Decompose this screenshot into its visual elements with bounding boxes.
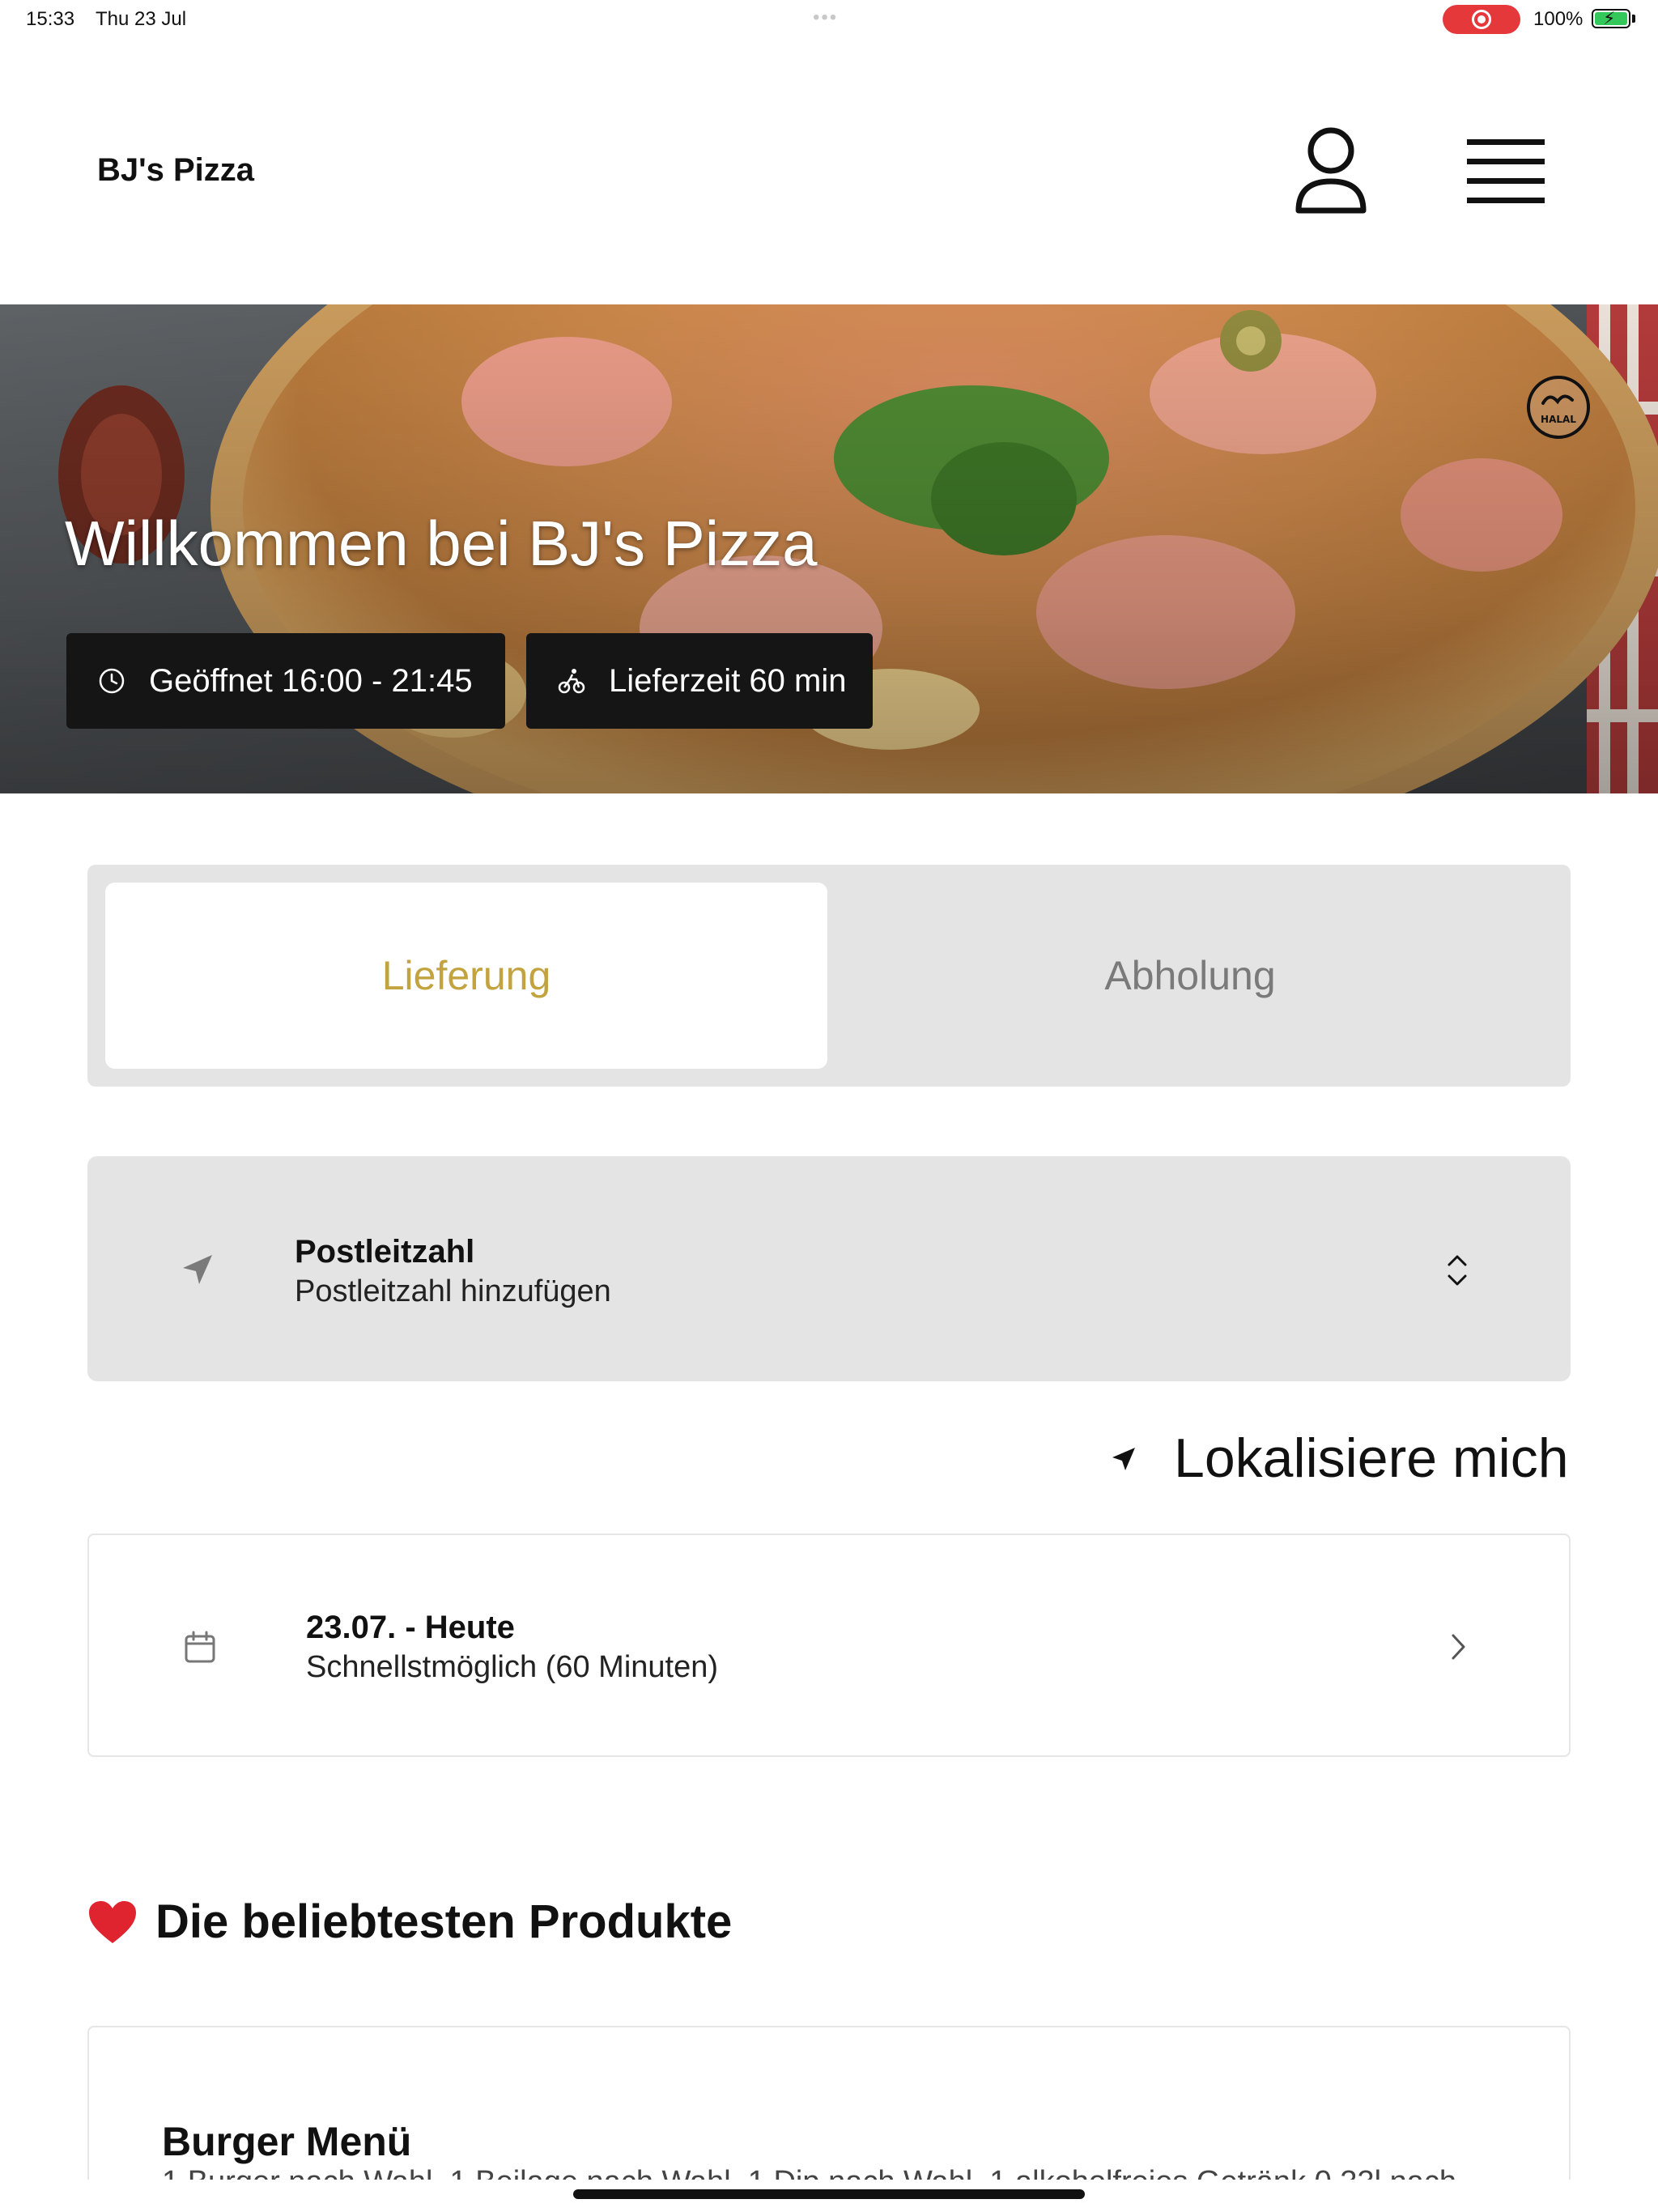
popular-products-title: Die beliebtesten Produkte: [155, 1895, 733, 1948]
brand-name[interactable]: BJ's Pizza: [97, 152, 254, 189]
tab-delivery[interactable]: Lieferung: [105, 883, 827, 1069]
postcode-selector[interactable]: Postleitzahl Postleitzahl hinzufügen: [87, 1156, 1571, 1381]
opening-hours-badge: Geöffnet 16:00 - 21:45: [66, 633, 505, 729]
delivery-time-selector[interactable]: 23.07. - Heute Schnellstmöglich (60 Minu…: [87, 1534, 1571, 1757]
locate-me-label: Lokalisiere mich: [1174, 1427, 1569, 1489]
calendar-icon: [185, 1631, 215, 1663]
multitasking-dots-icon[interactable]: •••: [813, 6, 838, 29]
halal-badge-text: HALAL: [1541, 414, 1576, 425]
bicycle-courier-icon: [558, 669, 585, 694]
screen-recording-icon[interactable]: [1443, 5, 1520, 34]
delivery-time-badge: Lieferzeit 60 min: [526, 633, 873, 729]
popular-products-heading: Die beliebtesten Produkte: [87, 1895, 732, 1949]
location-arrow-icon: [183, 1255, 212, 1284]
postcode-placeholder: Postleitzahl hinzufügen: [295, 1274, 611, 1308]
product-name: Burger Menü: [162, 2119, 412, 2164]
delivery-slot-detail: Schnellstmöglich (60 Minuten): [306, 1650, 719, 1684]
chevron-right-icon: [1452, 1634, 1465, 1660]
chevron-up-down-icon: [1448, 1255, 1467, 1286]
heart-icon: [89, 1900, 136, 1943]
home-indicator[interactable]: [573, 2189, 1085, 2199]
opening-hours-text: Geöffnet 16:00 - 21:45: [149, 662, 473, 699]
status-date: Thu 23 Jul: [96, 8, 187, 30]
status-bar: 15:33 Thu 23 Jul ••• 100% ⚡: [0, 0, 1658, 40]
user-icon[interactable]: [1294, 126, 1368, 215]
location-arrow-icon: [1112, 1448, 1135, 1470]
delivery-date: 23.07. - Heute: [306, 1610, 515, 1645]
hero-title: Willkommen bei BJ's Pizza: [65, 508, 818, 579]
order-mode-toggle: Lieferung Abholung: [87, 865, 1571, 1087]
halal-badge-icon: HALAL: [1527, 376, 1590, 439]
battery-icon: ⚡: [1592, 8, 1630, 28]
clock-icon: [99, 668, 125, 694]
battery-cap: [1632, 15, 1635, 23]
hamburger-menu-icon[interactable]: [1465, 136, 1546, 207]
postcode-label: Postleitzahl: [295, 1234, 475, 1270]
tab-pickup[interactable]: Abholung: [827, 883, 1553, 1069]
battery-percentage: 100%: [1533, 8, 1584, 30]
hero-banner: Willkommen bei BJ's Pizza Geöffnet 16:00…: [0, 304, 1658, 793]
delivery-time-text: Lieferzeit 60 min: [609, 662, 847, 699]
locate-me-button[interactable]: Lokalisiere mich: [1109, 1427, 1571, 1491]
status-time: 15:33: [26, 8, 75, 30]
